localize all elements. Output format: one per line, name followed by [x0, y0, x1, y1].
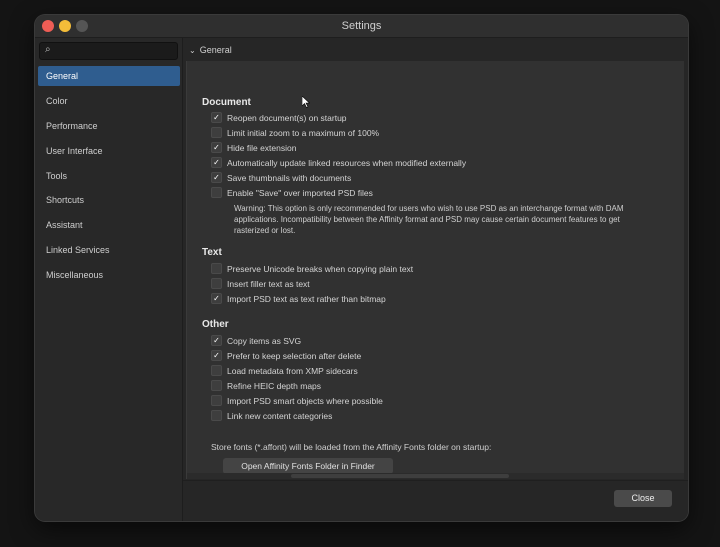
footer: Close [183, 480, 688, 521]
group-title-document: Document [202, 97, 251, 108]
search-icon: ⌕ [45, 44, 51, 55]
sidebar-item-tools[interactable]: Tools [38, 166, 180, 186]
option-auto-update-linked[interactable]: ✓ Automatically update linked resources w… [211, 157, 466, 169]
scrollbar-thumb[interactable] [291, 474, 509, 478]
sidebar-item-shortcuts[interactable]: Shortcuts [38, 190, 180, 210]
option-insert-filler-text[interactable]: Insert filler text as text [211, 278, 310, 290]
settings-window: Settings ⌕ General Color Performance Use… [35, 15, 688, 521]
section-title: General [199, 45, 232, 55]
settings-panel: Document ✓ Reopen document(s) on startup … [186, 61, 684, 479]
sidebar-item-performance[interactable]: Performance [38, 116, 180, 136]
sidebar: ⌕ General Color Performance User Interfa… [35, 38, 183, 521]
title-bar: Settings [35, 15, 688, 38]
checkbox[interactable]: ✓ [211, 142, 222, 154]
option-link-content-categories[interactable]: Link new content categories [211, 410, 332, 422]
sidebar-item-user-interface[interactable]: User Interface [38, 141, 180, 161]
checkbox[interactable]: ✓ [211, 350, 222, 362]
checkbox[interactable] [211, 410, 222, 422]
checkbox[interactable] [211, 365, 222, 377]
sidebar-item-color[interactable]: Color [38, 91, 180, 111]
checkbox[interactable] [211, 127, 222, 139]
close-button[interactable]: Close [614, 490, 672, 507]
sidebar-item-miscellaneous[interactable]: Miscellaneous [38, 265, 180, 285]
checkbox[interactable] [211, 380, 222, 392]
option-reopen-documents[interactable]: ✓ Reopen document(s) on startup [211, 112, 347, 124]
option-enable-save-psd[interactable]: Enable "Save" over imported PSD files [211, 187, 373, 199]
checkbox[interactable]: ✓ [211, 335, 222, 347]
mouse-cursor-icon [302, 96, 310, 108]
option-import-psd-text[interactable]: ✓ Import PSD text as text rather than bit… [211, 293, 386, 305]
checkbox[interactable] [211, 187, 222, 199]
option-save-thumbnails[interactable]: ✓ Save thumbnails with documents [211, 172, 351, 184]
group-title-other: Other [202, 319, 229, 330]
section-header[interactable]: ⌄ General [189, 45, 232, 55]
option-refine-heic[interactable]: Refine HEIC depth maps [211, 380, 321, 392]
option-keep-selection[interactable]: ✓ Prefer to keep selection after delete [211, 350, 361, 362]
sidebar-item-linked-services[interactable]: Linked Services [38, 240, 180, 260]
checkbox[interactable]: ✓ [211, 293, 222, 305]
option-limit-initial-zoom[interactable]: Limit initial zoom to a maximum of 100% [211, 127, 379, 139]
group-title-text: Text [202, 247, 222, 258]
sidebar-item-general[interactable]: General [38, 66, 180, 86]
checkbox[interactable] [211, 278, 222, 290]
open-fonts-folder-button[interactable]: Open Affinity Fonts Folder in Finder [223, 458, 393, 474]
fonts-note: Store fonts (*.affont) will be loaded fr… [211, 442, 492, 452]
checkbox[interactable] [211, 263, 222, 275]
option-load-xmp[interactable]: Load metadata from XMP sidecars [211, 365, 358, 377]
option-hide-file-extension[interactable]: ✓ Hide file extension [211, 142, 296, 154]
horizontal-scrollbar[interactable] [187, 473, 684, 479]
checkbox[interactable] [211, 395, 222, 407]
option-preserve-unicode[interactable]: Preserve Unicode breaks when copying pla… [211, 263, 413, 275]
checkbox[interactable]: ✓ [211, 172, 222, 184]
search-input[interactable]: ⌕ [39, 42, 178, 60]
checkbox[interactable]: ✓ [211, 112, 222, 124]
main-pane: ⌄ General Document ✓ Reopen document(s) on… [183, 38, 688, 521]
sidebar-item-assistant[interactable]: Assistant [38, 215, 180, 235]
sidebar-nav: General Color Performance User Interface… [38, 66, 180, 290]
option-copy-svg[interactable]: ✓ Copy items as SVG [211, 335, 301, 347]
window-title: Settings [341, 20, 382, 32]
option-import-smart-objects[interactable]: Import PSD smart objects where possible [211, 395, 383, 407]
checkbox[interactable]: ✓ [211, 157, 222, 169]
chevron-down-icon: ⌄ [189, 46, 196, 55]
psd-warning-text: Warning: This option is only recommended… [234, 204, 624, 235]
